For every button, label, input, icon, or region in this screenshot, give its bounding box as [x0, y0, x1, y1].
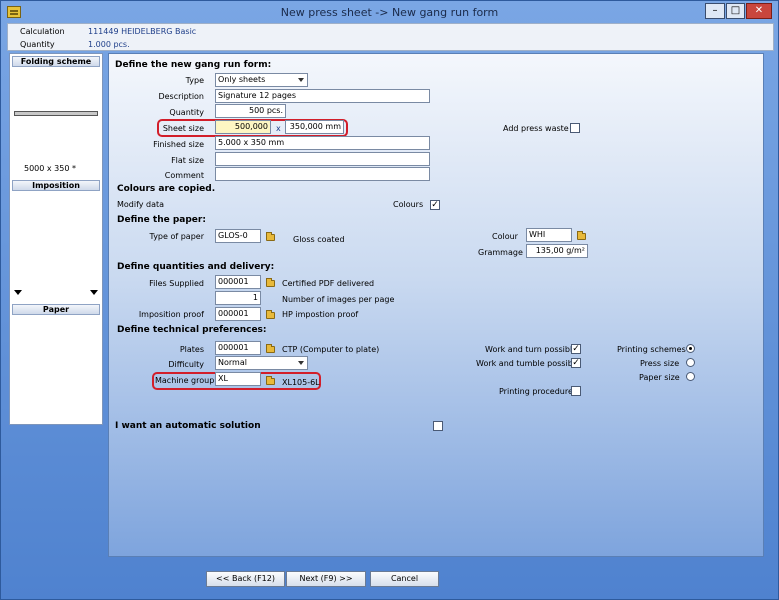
- add-press-waste-label: Add press waste: [503, 124, 569, 133]
- imposition-header[interactable]: Imposition: [12, 180, 100, 191]
- imposition-proof-label: Imposition proof: [138, 310, 204, 319]
- grammage-input[interactable]: 135,00 g/m²: [526, 244, 588, 258]
- type-label: Type: [185, 76, 204, 85]
- printing-schemes-radio[interactable]: [686, 344, 695, 353]
- close-button[interactable]: ✕: [746, 3, 772, 19]
- sheet-width-input[interactable]: 500,000: [215, 120, 271, 134]
- quantity-form-label: Quantity: [169, 108, 204, 117]
- colours-label: Colours: [393, 200, 424, 209]
- sheet-times-label: x: [276, 124, 281, 133]
- folding-scheme-preview: [14, 111, 98, 116]
- files-supplied-label: Files Supplied: [149, 279, 204, 288]
- work-turn-checkbox[interactable]: ✓: [571, 344, 581, 354]
- colours-heading: Colours are copied.: [117, 184, 216, 194]
- comment-input[interactable]: [215, 167, 430, 181]
- colour-input[interactable]: WHI: [526, 228, 572, 242]
- form-heading: Define the new gang run form:: [115, 60, 272, 70]
- files-supplied-input[interactable]: 000001: [215, 275, 261, 289]
- folder-icon[interactable]: [266, 344, 275, 353]
- imposition-proof-input[interactable]: 000001: [215, 307, 261, 321]
- next-button[interactable]: Next (F9) >>: [286, 571, 366, 587]
- paper-size-label: Paper size: [639, 373, 680, 382]
- left-panel: Folding scheme 5000 x 350 * Imposition P…: [9, 53, 103, 425]
- scroll-down-right-icon[interactable]: [90, 290, 98, 295]
- comment-label: Comment: [164, 171, 204, 180]
- printing-schemes-label: Printing schemes: [617, 345, 686, 354]
- window-title: New press sheet -> New gang run form: [280, 6, 499, 19]
- plates-label: Plates: [179, 345, 204, 354]
- machine-group-desc: XL105-6L: [282, 378, 320, 387]
- printing-procedure-label: Printing procedure: [499, 387, 573, 396]
- work-tumble-checkbox[interactable]: ✓: [571, 358, 581, 368]
- folder-icon[interactable]: [266, 278, 275, 287]
- minimize-button[interactable]: –: [705, 3, 725, 19]
- images-per-page-label: Number of images per page: [282, 295, 395, 304]
- quantity-value: 1.000 pcs.: [88, 40, 130, 49]
- plates-desc: CTP (Computer to plate): [282, 345, 380, 354]
- difficulty-select[interactable]: Normal: [215, 356, 308, 370]
- press-size-label: Press size: [640, 359, 680, 368]
- finished-size-label: Finished size: [153, 140, 204, 149]
- automatic-solution-checkbox[interactable]: [433, 421, 443, 431]
- folder-icon[interactable]: [266, 310, 275, 319]
- paper-size-radio[interactable]: [686, 372, 695, 381]
- flat-size-input[interactable]: [215, 152, 430, 166]
- flat-size-label: Flat size: [171, 156, 204, 165]
- type-select[interactable]: Only sheets: [215, 73, 308, 87]
- cancel-button[interactable]: Cancel: [370, 571, 439, 587]
- back-button[interactable]: << Back (F12): [206, 571, 285, 587]
- files-supplied-desc: Certified PDF delivered: [282, 279, 375, 288]
- window: New press sheet -> New gang run form – □…: [0, 0, 779, 600]
- main-form: Define the new gang run form: Type Only …: [108, 53, 764, 557]
- paper-type-input[interactable]: GLOS-0: [215, 229, 261, 243]
- description-label: Description: [158, 92, 204, 101]
- press-size-radio[interactable]: [686, 358, 695, 367]
- imposition-proof-desc: HP impostion proof: [282, 310, 359, 319]
- folder-icon[interactable]: [577, 231, 586, 240]
- title-bar: New press sheet -> New gang run form – □…: [1, 1, 778, 23]
- folding-size-label: 5000 x 350 *: [24, 164, 76, 173]
- paper-heading: Define the paper:: [117, 215, 206, 225]
- automatic-solution-label: I want an automatic solution: [115, 421, 261, 431]
- machine-group-label: Machine group: [155, 376, 215, 385]
- folder-icon[interactable]: [266, 376, 275, 385]
- paper-type-desc: Gloss coated: [293, 235, 345, 244]
- maximize-button[interactable]: □: [726, 3, 745, 19]
- calculation-value: 111449 HEIDELBERG Basic: [88, 27, 197, 36]
- machine-group-input[interactable]: XL: [215, 372, 261, 386]
- tech-heading: Define technical preferences:: [117, 325, 267, 335]
- description-input[interactable]: Signature 12 pages: [215, 89, 430, 103]
- info-bar: Calculation 111449 HEIDELBERG Basic Quan…: [7, 23, 774, 51]
- folding-scheme-header[interactable]: Folding scheme: [12, 56, 100, 67]
- grammage-label: Grammage: [478, 248, 523, 257]
- printing-procedure-checkbox[interactable]: [571, 386, 581, 396]
- difficulty-label: Difficulty: [168, 360, 204, 369]
- finished-size-input[interactable]: 5.000 x 350 mm: [215, 136, 430, 150]
- quantity-input[interactable]: 500 pcs.: [215, 104, 286, 118]
- delivery-heading: Define quantities and delivery:: [117, 262, 275, 272]
- images-per-page-input[interactable]: 1: [215, 291, 261, 305]
- paper-type-label: Type of paper: [149, 232, 204, 241]
- scroll-down-left-icon[interactable]: [14, 290, 22, 295]
- sheet-size-label: Sheet size: [162, 124, 204, 133]
- plates-input[interactable]: 000001: [215, 341, 261, 355]
- quantity-label: Quantity: [20, 40, 55, 49]
- colours-checkbox[interactable]: ✓: [430, 200, 440, 210]
- add-press-waste-checkbox[interactable]: [570, 123, 580, 133]
- work-tumble-label: Work and tumble possible: [476, 359, 580, 368]
- calculation-label: Calculation: [20, 27, 65, 36]
- work-turn-label: Work and turn possible: [485, 345, 578, 354]
- colour-label: Colour: [492, 232, 518, 241]
- folder-icon[interactable]: [266, 232, 275, 241]
- modify-data-label: Modify data: [117, 200, 165, 209]
- sheet-height-input[interactable]: 350,000 mm: [285, 120, 344, 134]
- paper-header[interactable]: Paper: [12, 304, 100, 315]
